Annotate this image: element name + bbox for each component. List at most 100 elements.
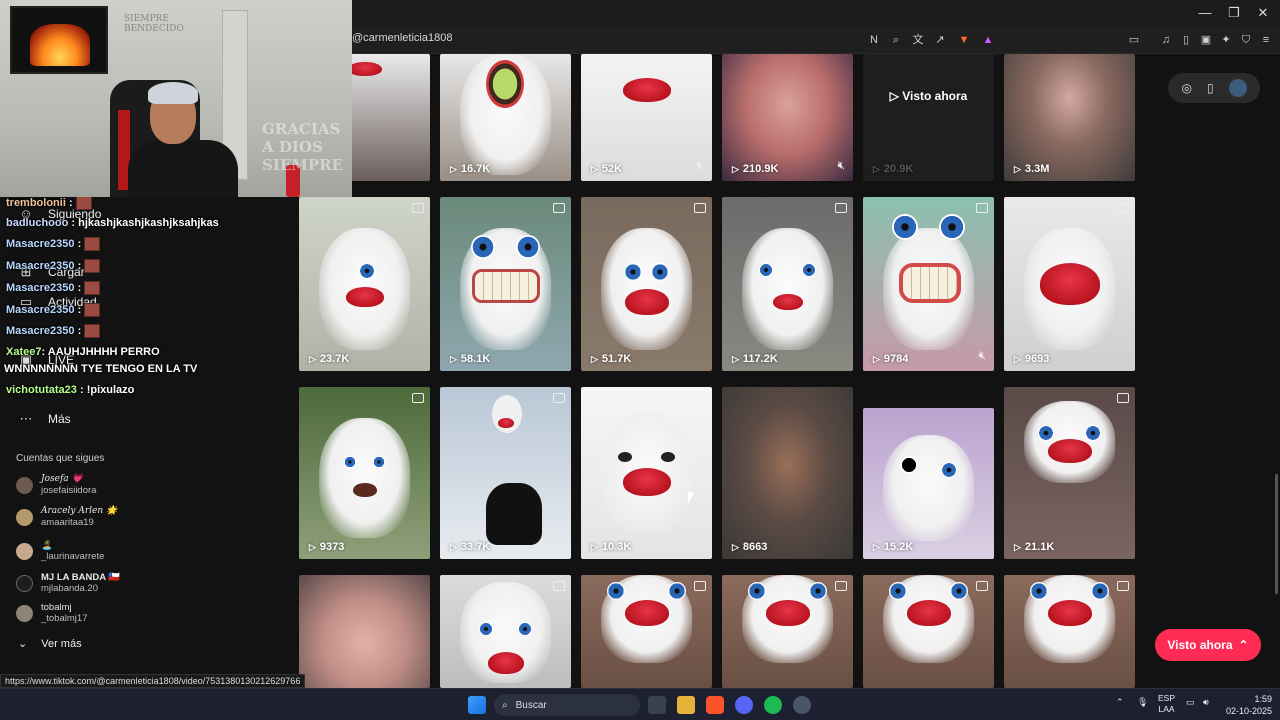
- network-icon[interactable]: ▭: [1186, 697, 1195, 708]
- play-icon: ▷: [732, 163, 739, 174]
- menu-icon[interactable]: ≡: [1258, 32, 1274, 48]
- emote-icon: [84, 237, 101, 251]
- video-tile[interactable]: ▷ 9373: [299, 387, 430, 559]
- video-tile[interactable]: [722, 575, 853, 688]
- video-tile[interactable]: ▷ 210.9K 🔇︎: [722, 54, 853, 181]
- profile-avatar-icon[interactable]: [1228, 79, 1247, 97]
- view-count: ▷ 9373: [309, 541, 345, 553]
- spotify-icon[interactable]: [764, 696, 782, 714]
- video-tile[interactable]: ▷ 10.3K: [581, 387, 712, 559]
- microphone-icon[interactable]: 🎙︎: [1137, 697, 1148, 708]
- scrollbar-thumb[interactable]: [1275, 474, 1278, 594]
- avatar: [16, 604, 33, 622]
- see-more-button[interactable]: ⌄ Ver más: [18, 637, 82, 651]
- muted-icon: 🔇︎: [837, 158, 845, 172]
- clock[interactable]: 1:59 02-10-2025: [1222, 693, 1272, 717]
- play-icon: ▷: [873, 541, 880, 552]
- teeth-filter: [472, 269, 540, 303]
- chat-message: Xatee7: AAUHJHHHH PERRO: [6, 346, 160, 358]
- view-count: ▷ 9784: [873, 353, 909, 365]
- video-tile-watched[interactable]: ▷ Visto ahora ▷ 20.9K: [863, 54, 994, 181]
- language-indicator[interactable]: ESP LAA: [1158, 693, 1175, 715]
- vpn-icon[interactable]: ⛉: [1238, 32, 1254, 48]
- video-tile[interactable]: ▷ 23.7K: [299, 197, 430, 371]
- no-tracking-icon[interactable]: N: [866, 32, 882, 48]
- brave-browser-icon[interactable]: [706, 696, 724, 714]
- sidebar-item-more[interactable]: ⋯ Más: [18, 411, 71, 427]
- video-tile[interactable]: [863, 575, 994, 688]
- photo-icon: [694, 581, 706, 591]
- video-tile[interactable]: ▷ 16.7K: [440, 54, 571, 181]
- follow-item[interactable]: tobalmj _tobalmj17: [16, 602, 87, 624]
- follow-name: 🏝️: [41, 540, 53, 551]
- follow-name: Aracely Arlen 🌟: [41, 506, 118, 516]
- play-icon: ▷: [1014, 163, 1021, 174]
- view-count: ▷ 3.3M: [1014, 163, 1050, 175]
- zoom-icon[interactable]: ⌕: [888, 32, 904, 48]
- taskbar-search[interactable]: ⌕ Buscar: [494, 694, 640, 716]
- video-tile[interactable]: ▷ 9693: [1004, 197, 1135, 371]
- phone-icon[interactable]: ▯: [1207, 81, 1214, 95]
- play-icon: ▷: [591, 541, 598, 552]
- compass-icon[interactable]: ◎: [1181, 81, 1191, 95]
- video-tile[interactable]: ▷ 58.1K: [440, 197, 571, 371]
- close-icon[interactable]: ✕: [1248, 4, 1278, 22]
- task-view-icon[interactable]: [648, 696, 666, 714]
- search-icon: ⌕: [502, 699, 508, 711]
- minimize-icon[interactable]: —: [1190, 4, 1220, 22]
- play-icon: ▷: [309, 541, 316, 552]
- eye-filter: [515, 235, 540, 260]
- chat-message: Masacre2350 :: [6, 259, 101, 273]
- watched-now-button[interactable]: Visto ahora ⌃: [1155, 629, 1261, 661]
- video-tile[interactable]: ▷ 52K 🔇︎: [581, 54, 712, 181]
- lips-filter: [347, 62, 382, 76]
- view-count: ▷ 23.7K: [309, 353, 350, 365]
- windows-start-icon[interactable]: [468, 696, 486, 714]
- video-tile[interactable]: [440, 575, 571, 688]
- url-text[interactable]: @carmenleticia1808: [352, 32, 452, 44]
- photo-icon: [553, 393, 565, 403]
- file-explorer-icon[interactable]: [677, 696, 695, 714]
- video-tile[interactable]: ▷ 21.1K: [1004, 387, 1135, 559]
- translate-icon[interactable]: 文: [910, 32, 926, 48]
- follow-item[interactable]: Josefa 💗 josefaisiidora: [16, 474, 96, 496]
- wallet-icon[interactable]: ▭: [1126, 32, 1142, 48]
- video-tile[interactable]: ▷ 51.7K: [581, 197, 712, 371]
- video-tile[interactable]: ▷ 9784 🔇︎: [863, 197, 994, 371]
- restore-icon[interactable]: ❐: [1219, 4, 1249, 22]
- obs-icon[interactable]: [793, 696, 811, 714]
- brave-shield-icon[interactable]: ▼: [956, 32, 972, 48]
- streamer-body: [128, 140, 238, 197]
- lips-filter: [1047, 438, 1092, 463]
- follow-item[interactable]: Aracely Arlen 🌟 amaaritaa19: [16, 506, 117, 528]
- video-tile[interactable]: ▷ 15.2K: [863, 408, 994, 559]
- lips-filter: [624, 289, 669, 316]
- sidebar-toggle-icon[interactable]: ▯: [1178, 32, 1194, 48]
- follow-item[interactable]: MJ LA BANDA 🇨🇱 mjlabanda.20: [16, 572, 120, 594]
- brave-rewards-icon[interactable]: ▲: [980, 32, 996, 48]
- volume-icon[interactable]: 🔊︎: [1203, 697, 1209, 708]
- follow-item[interactable]: 🏝️ _laurinavarrete: [16, 540, 104, 562]
- eye-filter: [1090, 581, 1109, 600]
- discord-icon[interactable]: [735, 696, 753, 714]
- video-tile[interactable]: ▷ 8663: [722, 387, 853, 559]
- avatar: [16, 476, 33, 494]
- photo-icon: [835, 203, 847, 213]
- photo-icon: [553, 581, 565, 591]
- eye-filter: [748, 581, 767, 600]
- video-tile[interactable]: [581, 575, 712, 688]
- video-tile[interactable]: ▷ 33.7K: [440, 387, 571, 559]
- video-tile[interactable]: [1004, 575, 1135, 688]
- wallet-extension-icon[interactable]: ▣: [1198, 32, 1214, 48]
- leo-ai-icon[interactable]: ✦: [1218, 32, 1234, 48]
- eye-filter: [949, 581, 968, 600]
- media-icon[interactable]: ♫: [1158, 32, 1174, 48]
- video-tile[interactable]: ▷ 117.2K: [722, 197, 853, 371]
- video-tile[interactable]: ▷ 3.3M: [1004, 54, 1135, 181]
- share-icon[interactable]: ↗: [932, 32, 948, 48]
- tray-chevron-up-icon[interactable]: ⌃: [1116, 697, 1124, 708]
- lips-filter: [352, 483, 377, 498]
- view-count: ▷ 16.7K: [450, 163, 491, 175]
- follow-user: amaaritaa19: [41, 517, 94, 528]
- video-tile[interactable]: [299, 575, 430, 688]
